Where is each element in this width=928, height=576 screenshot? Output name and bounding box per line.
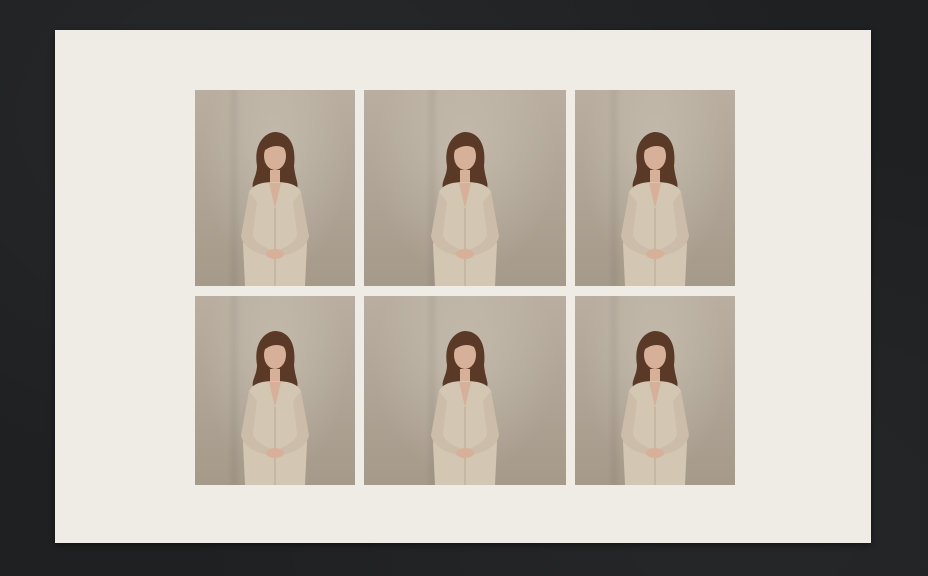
hands	[646, 448, 664, 458]
woman-figure	[241, 132, 309, 286]
hands	[456, 448, 474, 458]
hands	[266, 448, 284, 458]
neck	[460, 170, 470, 184]
neck	[270, 170, 280, 184]
neck	[460, 369, 470, 383]
woman-figure	[621, 331, 689, 485]
neck	[650, 170, 660, 184]
portrait-photo	[195, 296, 355, 485]
contact-sheet-paper	[55, 30, 871, 543]
woman-figure	[431, 132, 499, 286]
portrait-photo	[364, 90, 566, 286]
hands	[646, 249, 664, 259]
portrait-grid	[195, 90, 735, 485]
woman-figure	[621, 132, 689, 286]
portrait-photo	[364, 296, 566, 485]
portrait-photo	[575, 90, 735, 286]
hands	[266, 249, 284, 259]
portrait-photo	[575, 296, 735, 485]
neck	[270, 369, 280, 383]
dark-tabletop-background	[0, 0, 928, 576]
portrait-photo	[195, 90, 355, 286]
woman-figure	[241, 331, 309, 485]
neck	[650, 369, 660, 383]
hands	[456, 249, 474, 259]
woman-figure	[431, 331, 499, 485]
